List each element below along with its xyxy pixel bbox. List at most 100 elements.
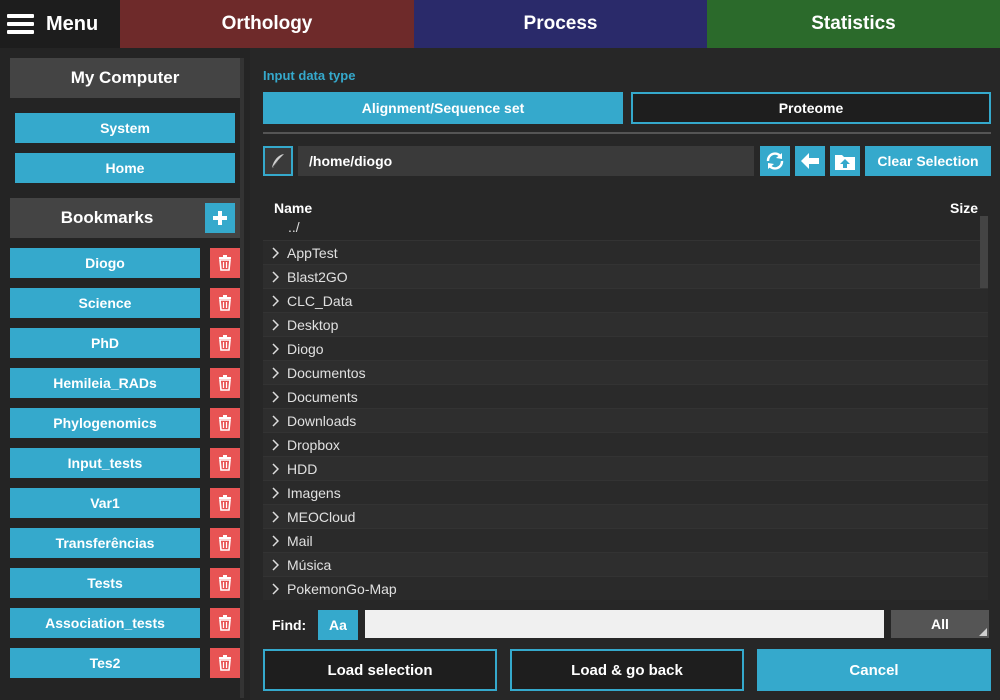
delete-bookmark-button[interactable]	[210, 288, 240, 318]
chevron-right-icon[interactable]	[263, 390, 287, 403]
bookmark-item[interactable]: Transferências	[10, 528, 200, 558]
file-row[interactable]: AppTest	[263, 240, 988, 264]
bookmark-item[interactable]: Tests	[10, 568, 200, 598]
file-name: Diogo	[287, 340, 324, 357]
delete-bookmark-button[interactable]	[210, 248, 240, 278]
select-all-button[interactable]: All	[891, 610, 989, 638]
file-browser: Input data type Alignment/Sequence set P…	[252, 48, 1000, 700]
chevron-right-icon[interactable]	[263, 582, 287, 595]
load-selection-button[interactable]: Load selection	[263, 649, 497, 691]
chevron-right-icon[interactable]	[263, 438, 287, 451]
file-name: Dropbox	[287, 436, 340, 453]
delete-bookmark-button[interactable]	[210, 408, 240, 438]
load-and-go-back-button[interactable]: Load & go back	[510, 649, 744, 691]
cancel-button[interactable]: Cancel	[757, 649, 991, 691]
chevron-right-icon[interactable]	[263, 342, 287, 355]
chevron-right-icon[interactable]	[263, 486, 287, 499]
chevron-right-icon[interactable]	[263, 414, 287, 427]
trash-icon	[219, 415, 231, 431]
bookmark-item[interactable]: Science	[10, 288, 200, 318]
file-row[interactable]: HDD	[263, 456, 988, 480]
menu-button[interactable]: Menu	[0, 0, 120, 48]
tab-statistics[interactable]: Statistics	[707, 0, 1000, 48]
bookmark-item[interactable]: Var1	[10, 488, 200, 518]
file-row[interactable]: Desktop	[263, 312, 988, 336]
chevron-right-icon[interactable]	[263, 246, 287, 259]
edit-path-button[interactable]	[263, 146, 293, 176]
find-label: Find:	[272, 617, 307, 633]
file-row[interactable]: Imagens	[263, 480, 988, 504]
bookmark-item[interactable]: PhD	[10, 328, 200, 358]
home-button[interactable]: Home	[15, 153, 235, 183]
proteome-type-button[interactable]: Proteome	[631, 92, 991, 124]
add-bookmark-button[interactable]	[205, 203, 235, 233]
file-name: Blast2GO	[287, 268, 348, 285]
refresh-button[interactable]	[760, 146, 790, 176]
file-row[interactable]: Música	[263, 552, 988, 576]
file-row[interactable]: Documents	[263, 384, 988, 408]
bookmark-item[interactable]: Hemileia_RADs	[10, 368, 200, 398]
chevron-right-icon[interactable]	[263, 558, 287, 571]
bookmark-item[interactable]: Phylogenomics	[10, 408, 200, 438]
bookmark-item[interactable]: Tes2	[10, 648, 200, 678]
menu-label: Menu	[46, 12, 99, 35]
file-row[interactable]: Downloads	[263, 408, 988, 432]
file-row[interactable]: Blast2GO	[263, 264, 988, 288]
file-list-scrollbar[interactable]	[980, 216, 988, 288]
chevron-right-icon[interactable]	[263, 534, 287, 547]
delete-bookmark-button[interactable]	[210, 488, 240, 518]
delete-bookmark-button[interactable]	[210, 368, 240, 398]
back-button[interactable]	[795, 146, 825, 176]
top-bar: Menu Orthology Process Statistics	[0, 0, 1000, 48]
chevron-right-icon[interactable]	[263, 318, 287, 331]
delete-bookmark-button[interactable]	[210, 528, 240, 558]
file-name: Mail	[287, 532, 313, 549]
chevron-right-icon[interactable]	[263, 294, 287, 307]
chevron-right-icon[interactable]	[263, 462, 287, 475]
trash-icon	[219, 255, 231, 271]
delete-bookmark-button[interactable]	[210, 328, 240, 358]
bookmark-item[interactable]: Diogo	[10, 248, 200, 278]
file-row[interactable]: CLC_Data	[263, 288, 988, 312]
bookmark-item[interactable]: Input_tests	[10, 448, 200, 478]
trash-icon	[219, 295, 231, 311]
alignment-type-button[interactable]: Alignment/Sequence set	[263, 92, 623, 124]
hamburger-icon	[7, 14, 34, 34]
file-name: Imagens	[287, 484, 341, 501]
trash-icon	[219, 495, 231, 511]
bookmark-item[interactable]: Association_tests	[10, 608, 200, 638]
file-row[interactable]: MEOCloud	[263, 504, 988, 528]
delete-bookmark-button[interactable]	[210, 448, 240, 478]
chevron-right-icon[interactable]	[263, 366, 287, 379]
path-field[interactable]: /home/diogo	[298, 146, 754, 176]
system-button[interactable]: System	[15, 113, 235, 143]
file-list: AppTest Blast2GO CLC_Data Desktop Diogo Docum…	[263, 240, 988, 600]
file-row[interactable]: Mail	[263, 528, 988, 552]
chevron-right-icon[interactable]	[263, 270, 287, 283]
select-all-label: All	[931, 616, 949, 632]
tab-orthology[interactable]: Orthology	[120, 0, 414, 48]
file-row[interactable]: PokemonGo-Map	[263, 576, 988, 600]
file-name: Documents	[287, 388, 358, 405]
delete-bookmark-button[interactable]	[210, 608, 240, 638]
delete-bookmark-button[interactable]	[210, 648, 240, 678]
parent-directory-entry[interactable]: ../	[288, 219, 300, 235]
clear-selection-button[interactable]: Clear Selection	[865, 146, 991, 176]
tab-process[interactable]: Process	[414, 0, 707, 48]
case-sensitive-toggle[interactable]: Aa	[318, 610, 358, 640]
file-name: Downloads	[287, 412, 357, 429]
file-row[interactable]: Diogo	[263, 336, 988, 360]
plus-icon	[213, 211, 227, 225]
find-input[interactable]	[365, 610, 884, 638]
bookmarks-title: Bookmarks	[60, 208, 154, 227]
column-header-name[interactable]: Name	[274, 200, 312, 216]
parent-folder-button[interactable]	[830, 146, 860, 176]
delete-bookmark-button[interactable]	[210, 568, 240, 598]
folder-up-icon	[835, 155, 855, 170]
column-header-size[interactable]: Size	[950, 200, 978, 216]
chevron-right-icon[interactable]	[263, 510, 287, 523]
file-name: Música	[287, 556, 332, 573]
file-row[interactable]: Documentos	[263, 360, 988, 384]
sidebar-scrollbar[interactable]	[240, 58, 244, 698]
file-row[interactable]: Dropbox	[263, 432, 988, 456]
